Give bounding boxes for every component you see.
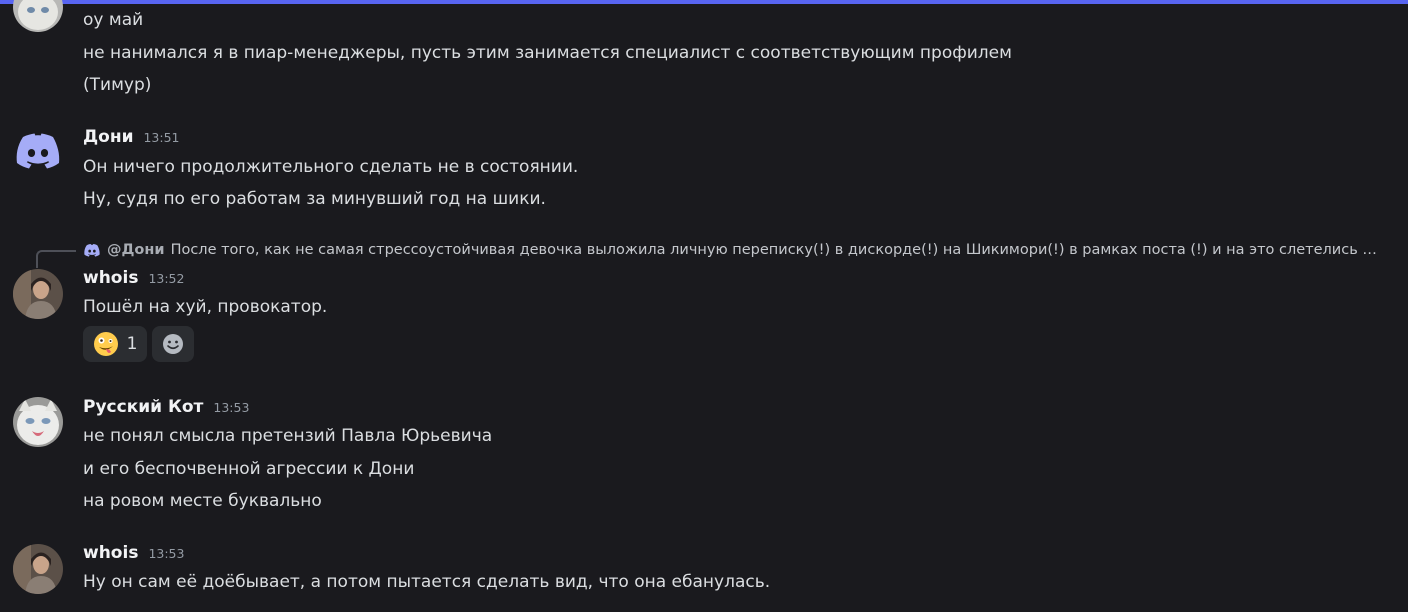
message-line: не нанимался я в пиар-менеджеры, пусть э… [83, 43, 1012, 63]
reaction-count: 1 [126, 334, 138, 354]
message-header: whois 13:52 [83, 268, 184, 292]
message-line: (Тимур) [83, 75, 152, 95]
username[interactable]: Дони [83, 127, 133, 147]
reply-author[interactable]: @Дони [107, 242, 165, 258]
avatar-whois[interactable] [13, 544, 63, 594]
message-header: Дони 13:51 [83, 127, 180, 151]
message-header: Русский Кот 13:53 [83, 397, 249, 421]
message-header: whois 13:53 [83, 543, 184, 567]
message-line: Пошёл на хуй, провокатор. [83, 297, 328, 317]
username[interactable]: whois [83, 268, 138, 288]
message-line: Он ничего продолжительного сделать не в … [83, 157, 579, 177]
timestamp[interactable]: 13:53 [213, 400, 249, 415]
avatar-cat[interactable] [13, 0, 63, 32]
avatar-russkiy-kot[interactable] [13, 397, 63, 447]
reply-text[interactable]: После того, как не самая стрессоустойчив… [171, 242, 1383, 258]
top-accent-bar [0, 0, 1408, 4]
message-line: на ровом месте буквально [83, 491, 322, 511]
reply-spine [36, 250, 76, 268]
reply-preview[interactable]: @Дони После того, как не самая стрессоус… [83, 239, 1383, 261]
timestamp[interactable]: 13:51 [143, 130, 179, 145]
add-reaction-icon [163, 334, 183, 354]
avatar-whois[interactable] [13, 269, 63, 319]
add-reaction-button[interactable] [152, 326, 194, 362]
message-line: Ну он сам её доёбывает, а потом пытается… [83, 572, 771, 592]
avatar-discord-default[interactable] [13, 125, 63, 175]
username[interactable]: Русский Кот [83, 397, 203, 417]
timestamp[interactable]: 13:52 [148, 271, 184, 286]
message-line: и его беспочвенной агрессии к Дони [83, 459, 415, 479]
reaction-zany-face[interactable]: 1 [83, 326, 147, 362]
discord-logo-icon [84, 244, 100, 257]
username[interactable]: whois [83, 543, 138, 563]
discord-logo-icon [16, 133, 60, 169]
message-line: Ну, судя по его работам за минувший год … [83, 189, 546, 209]
timestamp[interactable]: 13:53 [148, 546, 184, 561]
message-line: не понял смысла претензий Павла Юрьевича [83, 426, 493, 446]
message-line: оу май [83, 10, 144, 30]
chat-message-list: оу май не нанимался я в пиар-менеджеры, … [0, 0, 1408, 612]
zany-face-emoji-icon [93, 332, 118, 356]
